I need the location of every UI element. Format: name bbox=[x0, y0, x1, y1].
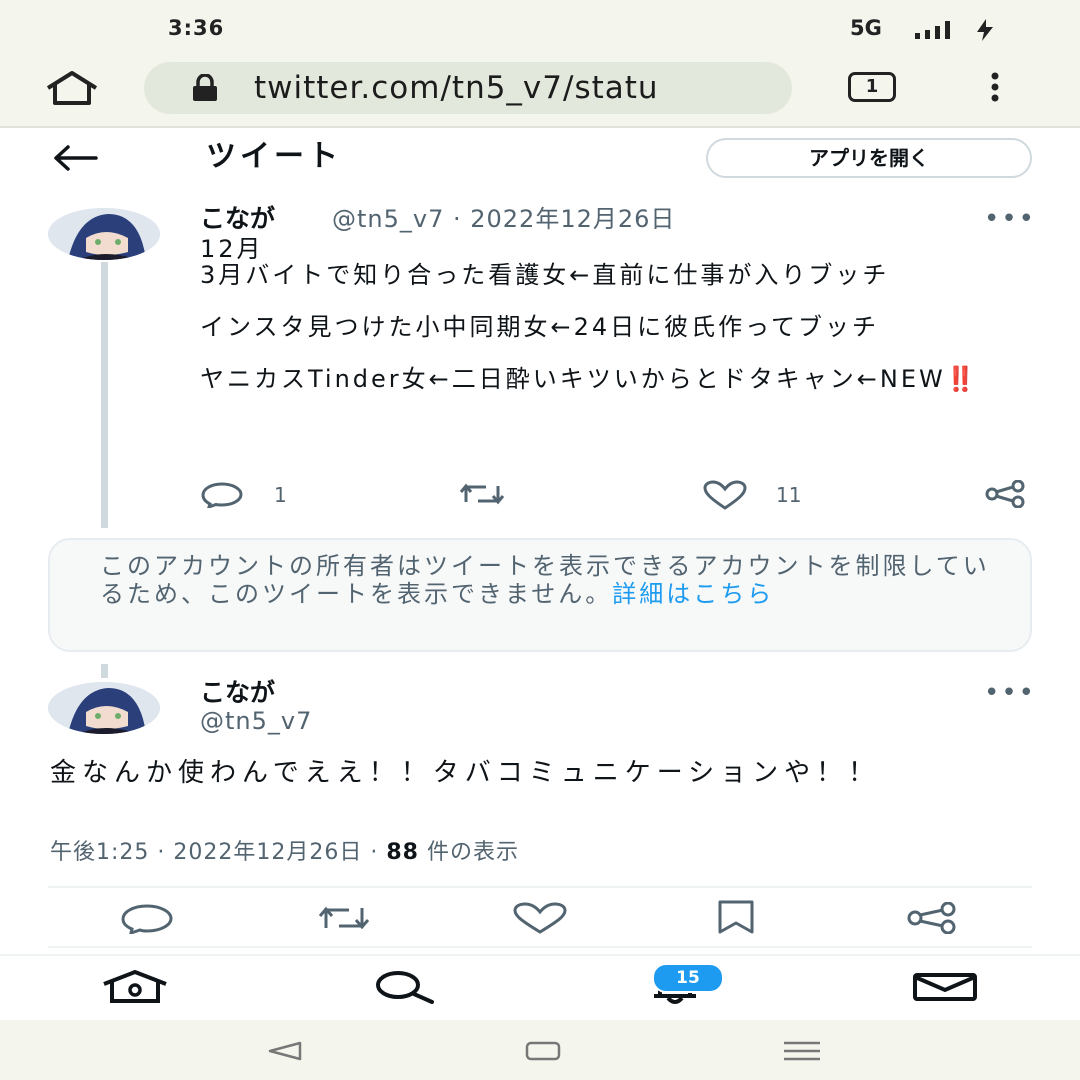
like-count: 11 bbox=[776, 483, 802, 507]
tweet-paragraph: インスタ見つけた小中同期女←24日に彼氏作ってブッチ bbox=[200, 313, 879, 341]
status-time: 3:36 bbox=[168, 16, 225, 40]
main-tweet-text: 金なんか使わんでええ！！タバコミュニケーションや！！ bbox=[50, 758, 881, 788]
tweet-text: 12月 3月バイトで知り合った看護女←直前に仕事が入りブッチ インスタ見つけた小… bbox=[200, 236, 1030, 392]
system-back-icon[interactable] bbox=[266, 1040, 304, 1062]
system-recents-icon[interactable] bbox=[782, 1040, 822, 1062]
reply-count: 1 bbox=[274, 483, 287, 507]
notification-badge: 15 bbox=[652, 963, 724, 993]
divider bbox=[48, 946, 1032, 948]
notice-message: このアカウントの所有者はツイートを表示できるアカウントを制限しているため、このツ… bbox=[100, 552, 990, 608]
reply-icon[interactable] bbox=[120, 904, 174, 934]
notice-text: このアカウントの所有者はツイートを表示できるアカウントを制限しているため、このツ… bbox=[100, 552, 1000, 608]
system-home-icon[interactable] bbox=[524, 1040, 562, 1062]
divider bbox=[48, 886, 1032, 888]
signal-icon bbox=[915, 20, 965, 40]
back-arrow-icon[interactable] bbox=[52, 144, 98, 172]
home-icon[interactable] bbox=[44, 70, 100, 106]
avatar[interactable] bbox=[48, 208, 160, 260]
handle-date[interactable]: @tn5_v7 · 2022年12月26日 bbox=[332, 202, 675, 236]
retweet-icon[interactable] bbox=[314, 904, 374, 932]
thread-line bbox=[101, 262, 108, 528]
view-label: 件の表示 bbox=[418, 840, 519, 865]
like-icon[interactable] bbox=[512, 902, 568, 934]
share-icon[interactable] bbox=[984, 480, 1028, 508]
battery-charging-icon bbox=[973, 18, 997, 42]
tabs-icon[interactable]: 1 bbox=[848, 72, 896, 102]
search-icon[interactable] bbox=[372, 970, 436, 1004]
page-title: ツイート bbox=[206, 139, 342, 174]
view-count: 88 bbox=[386, 840, 419, 865]
menu-icon[interactable] bbox=[988, 72, 1002, 102]
like-icon[interactable] bbox=[702, 480, 748, 510]
home-icon[interactable] bbox=[100, 970, 170, 1004]
network-type: 5G bbox=[850, 16, 882, 40]
learn-more-link[interactable]: 詳細はこちら bbox=[612, 580, 774, 608]
display-name[interactable]: こなが bbox=[200, 202, 275, 236]
tweet-paragraph: ヤニカスTinder女←二日酔いキツいからとドタキャン←NEW‼️ bbox=[200, 365, 979, 393]
thread-line bbox=[101, 664, 108, 678]
handle[interactable]: @tn5_v7 bbox=[200, 704, 312, 738]
avatar[interactable] bbox=[48, 682, 160, 734]
tweet-timestamp: 午後1:25 · 2022年12月26日 · bbox=[50, 840, 387, 865]
reply-icon[interactable] bbox=[200, 482, 244, 508]
more-options-icon[interactable]: ••• bbox=[984, 204, 1036, 234]
bookmark-icon[interactable] bbox=[716, 900, 756, 934]
retweet-icon[interactable] bbox=[456, 482, 508, 506]
lock-icon bbox=[190, 74, 220, 102]
mail-icon[interactable] bbox=[912, 972, 978, 1002]
url-text[interactable]: twitter.com/tn5_v7/statu bbox=[254, 68, 770, 108]
share-icon[interactable] bbox=[906, 902, 960, 934]
open-app-button[interactable]: アプリを開く bbox=[706, 138, 1032, 178]
tweet-metadata: 午後1:25 · 2022年12月26日 · 88 件の表示 bbox=[50, 840, 519, 866]
more-options-icon[interactable]: ••• bbox=[984, 678, 1036, 708]
tweet-paragraph: 12月 3月バイトで知り合った看護女←直前に仕事が入りブッチ bbox=[200, 235, 890, 289]
